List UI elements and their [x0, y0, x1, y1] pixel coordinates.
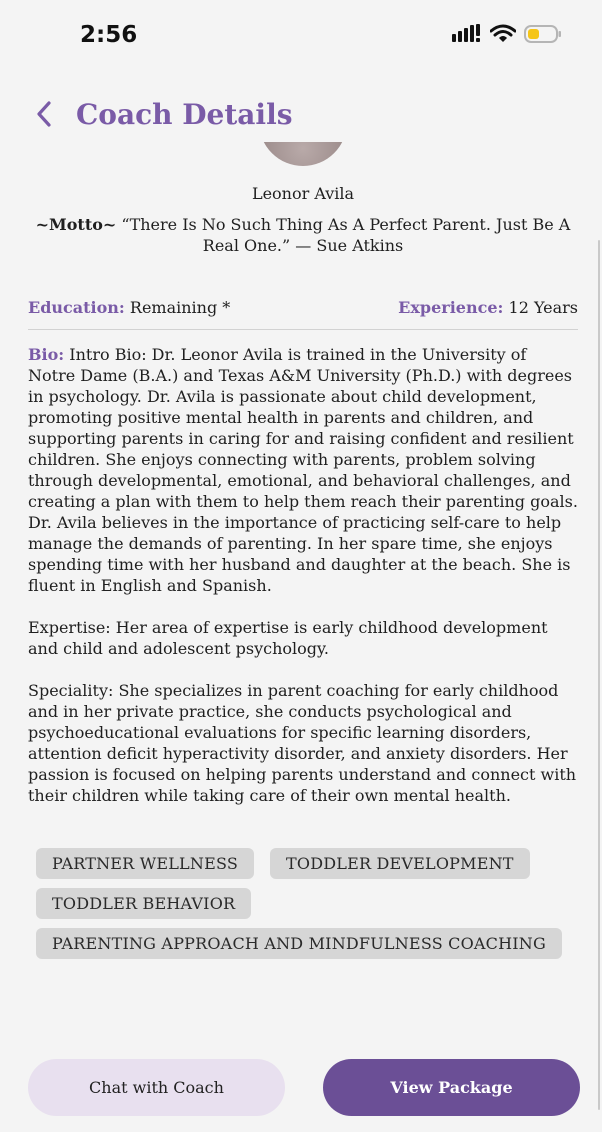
avatar-container	[28, 142, 578, 172]
education-label: Education:	[28, 298, 125, 317]
bottom-actions: Chat with Coach View Package	[28, 1059, 580, 1116]
bio-text: Intro Bio: Dr. Leonor Avila is trained i…	[28, 345, 578, 595]
meta-row: Education: Remaining * Experience: 12 Ye…	[28, 298, 578, 330]
back-button[interactable]	[24, 92, 64, 140]
status-icons	[452, 24, 562, 48]
education-value: Remaining *	[124, 298, 231, 317]
header: Coach Details	[0, 92, 602, 142]
chevron-left-icon	[34, 99, 54, 133]
motto-text: “There Is No Such Thing As A Perfect Par…	[116, 215, 571, 255]
wifi-icon	[489, 24, 517, 48]
experience-value: 12 Years	[503, 298, 579, 317]
signal-icon	[452, 24, 482, 48]
bio: Bio: Intro Bio: Dr. Leonor Avila is trai…	[28, 344, 578, 596]
motto: ~Motto~ “There Is No Such Thing As A Per…	[28, 214, 578, 256]
tag-list: PARTNER WELLNESS TODDLER DEVELOPMENT TOD…	[28, 848, 568, 959]
coach-name: Leonor Avila	[251, 184, 355, 203]
scrollbar[interactable]	[598, 240, 600, 1110]
experience: Experience: 12 Years	[398, 298, 578, 317]
status-bar: 2:56	[0, 0, 602, 75]
experience-label: Experience:	[398, 298, 504, 317]
speciality: Speciality: She specializes in parent co…	[28, 681, 577, 805]
tag-chip[interactable]: PARTNER WELLNESS	[36, 848, 254, 879]
tag-chip[interactable]: TODDLER BEHAVIOR	[36, 888, 252, 919]
chat-with-coach-button[interactable]: Chat with Coach	[28, 1059, 285, 1116]
battery-icon	[524, 24, 562, 48]
avatar	[259, 142, 347, 166]
tag-chip[interactable]: TODDLER DEVELOPMENT	[270, 848, 530, 879]
status-time: 2:56	[80, 22, 138, 48]
bio-label: Bio:	[28, 345, 65, 364]
expertise: Expertise: Her area of expertise is earl…	[28, 618, 548, 658]
coach-details-content: Leonor Avila ~Motto~ “There Is No Such T…	[28, 142, 578, 959]
education: Education: Remaining *	[28, 298, 230, 317]
tag-chip[interactable]: PARENTING APPROACH AND MINDFULNESS COACH…	[36, 928, 562, 959]
page-title: Coach Details	[76, 98, 293, 131]
view-package-button[interactable]: View Package	[323, 1059, 580, 1116]
motto-label: ~Motto~	[35, 215, 117, 234]
